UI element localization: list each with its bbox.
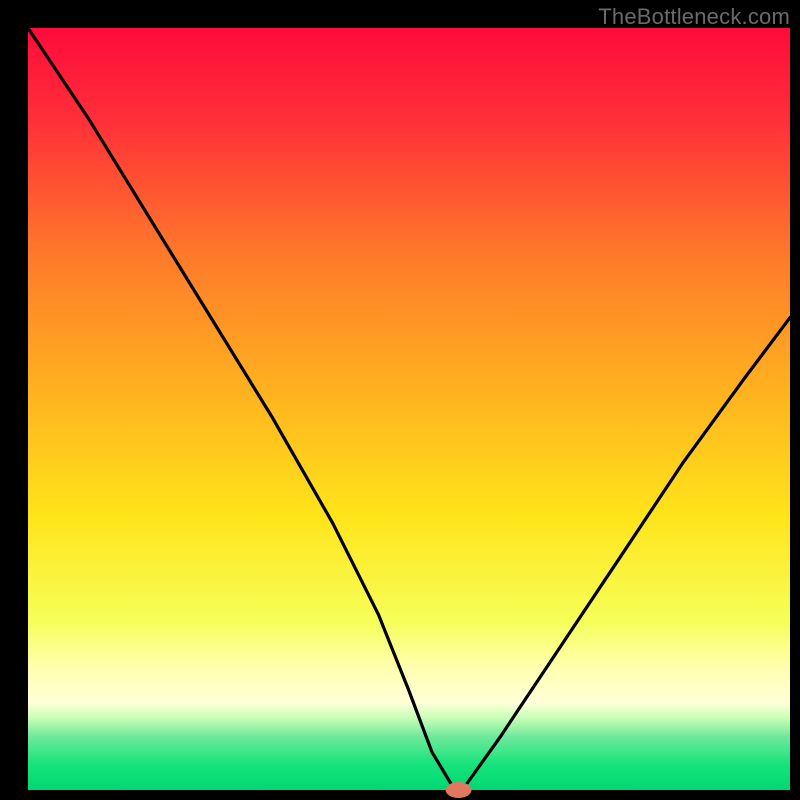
plot-background xyxy=(28,28,790,790)
bottleneck-chart xyxy=(0,0,800,800)
minimum-marker xyxy=(446,782,472,798)
chart-stage: TheBottleneck.com xyxy=(0,0,800,800)
